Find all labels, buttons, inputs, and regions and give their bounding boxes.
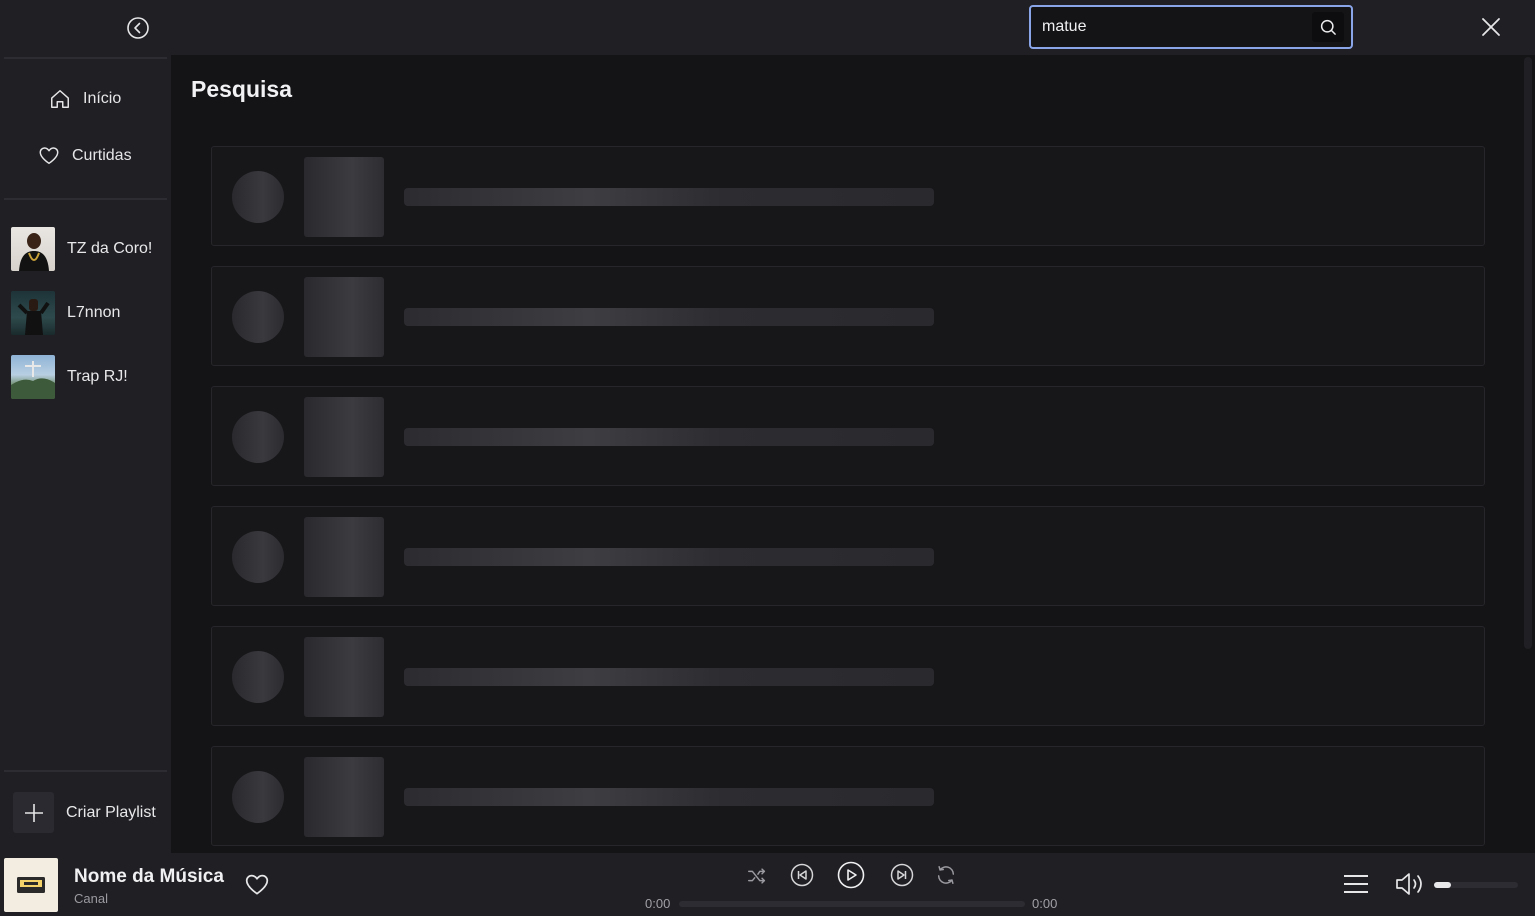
- playlist-cover: [11, 355, 55, 399]
- result-row-skeleton[interactable]: [211, 506, 1485, 606]
- volume-icon[interactable]: [1394, 870, 1426, 898]
- volume-slider[interactable]: [1434, 882, 1518, 888]
- repeat-icon[interactable]: [935, 864, 957, 886]
- play-icon[interactable]: [837, 861, 865, 889]
- skeleton-avatar: [232, 171, 284, 223]
- result-row-skeleton[interactable]: [211, 386, 1485, 486]
- result-row-skeleton[interactable]: [211, 746, 1485, 846]
- result-row-skeleton[interactable]: [211, 146, 1485, 246]
- skeleton-text: [404, 308, 934, 326]
- playlist-label: Trap RJ!: [67, 368, 128, 385]
- skeleton-text: [404, 548, 934, 566]
- plus-icon: [13, 792, 54, 833]
- skeleton-text: [404, 188, 934, 206]
- create-playlist-label: Criar Playlist: [66, 803, 156, 821]
- skeleton-thumbnail: [304, 157, 384, 237]
- skeleton-thumbnail: [304, 637, 384, 717]
- skeleton-text: [404, 788, 934, 806]
- skeleton-thumbnail: [304, 757, 384, 837]
- result-row-skeleton[interactable]: [211, 266, 1485, 366]
- sidebar-item-label: Início: [83, 90, 122, 107]
- result-row-skeleton[interactable]: [211, 626, 1485, 726]
- playlist-item[interactable]: L7nnon: [11, 291, 120, 335]
- page-title: Pesquisa: [191, 76, 292, 102]
- skeleton-avatar: [232, 771, 284, 823]
- divider: [4, 57, 167, 59]
- player-bar: Nome da Música Canal 0:00 0:00: [0, 853, 1535, 916]
- track-title: Nome da Música: [74, 866, 224, 887]
- divider: [4, 198, 167, 200]
- playlist-cover: [11, 227, 55, 271]
- playlist-cover: [11, 291, 55, 335]
- close-icon[interactable]: [1479, 15, 1503, 39]
- shuffle-icon[interactable]: [746, 865, 768, 887]
- sidebar-item-label: Curtidas: [72, 147, 132, 164]
- skeleton-text: [404, 428, 934, 446]
- skeleton-avatar: [232, 411, 284, 463]
- search-button[interactable]: [1312, 12, 1344, 42]
- progress-bar[interactable]: [679, 901, 1025, 907]
- skeleton-text: [404, 668, 934, 686]
- sidebar: Início Curtidas TZ da Coro! L7nnon Trap …: [0, 0, 171, 853]
- playlist-item[interactable]: Trap RJ!: [11, 355, 128, 399]
- divider: [4, 770, 167, 772]
- sidebar-item-inicio[interactable]: Início: [49, 88, 121, 110]
- search-input[interactable]: [1031, 7, 1312, 47]
- volume-level: [1434, 882, 1451, 888]
- heart-icon[interactable]: [243, 872, 271, 898]
- scrollbar[interactable]: [1524, 57, 1532, 649]
- cassette-icon: [17, 877, 45, 893]
- create-playlist-button[interactable]: Criar Playlist: [13, 792, 156, 833]
- search-icon: [1320, 19, 1336, 35]
- track-cover: [4, 858, 58, 912]
- skeleton-thumbnail: [304, 397, 384, 477]
- top-bar: [171, 0, 1535, 55]
- skeleton-thumbnail: [304, 277, 384, 357]
- sidebar-item-curtidas[interactable]: Curtidas: [38, 145, 132, 167]
- skeleton-avatar: [232, 651, 284, 703]
- home-icon: [51, 90, 69, 108]
- playlist-label: TZ da Coro!: [67, 240, 153, 257]
- queue-icon[interactable]: [1342, 872, 1370, 896]
- search-box: [1029, 5, 1353, 49]
- skeleton-avatar: [232, 291, 284, 343]
- collapse-sidebar-icon[interactable]: [126, 16, 150, 40]
- time-total: 0:00: [1032, 896, 1058, 911]
- heart-icon: [39, 147, 59, 165]
- skeleton-thumbnail: [304, 517, 384, 597]
- playlist-item[interactable]: TZ da Coro!: [11, 227, 152, 271]
- next-icon[interactable]: [890, 863, 914, 887]
- previous-icon[interactable]: [790, 863, 814, 887]
- sidebar-header: [0, 0, 171, 57]
- track-channel: Canal: [74, 891, 108, 906]
- skeleton-avatar: [232, 531, 284, 583]
- playlist-label: L7nnon: [67, 304, 121, 321]
- time-current: 0:00: [645, 896, 671, 911]
